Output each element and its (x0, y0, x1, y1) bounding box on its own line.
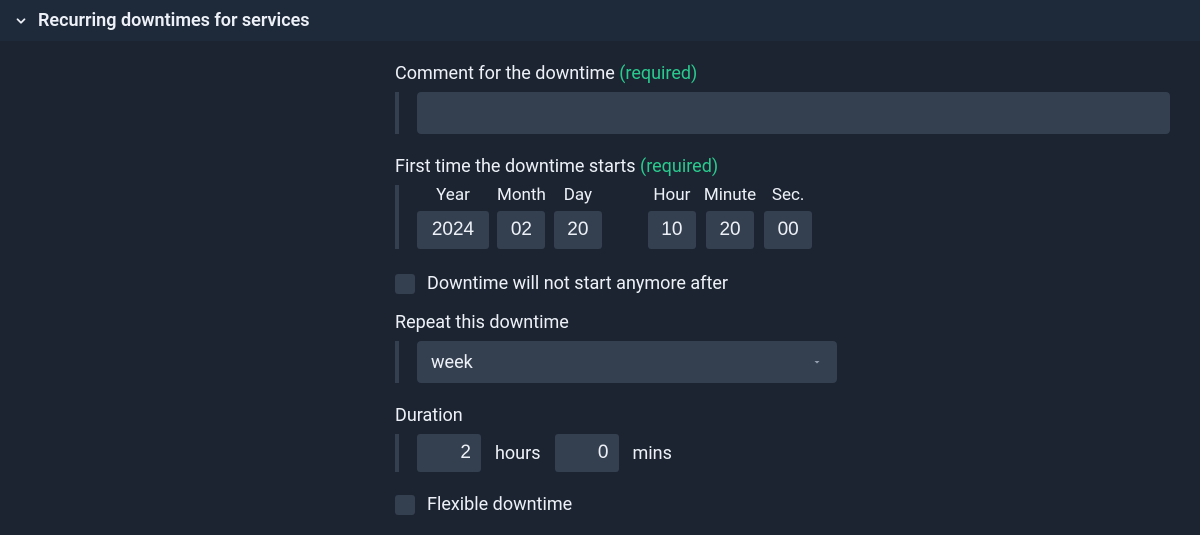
repeat-select[interactable]: week (417, 341, 837, 383)
sec-head: Sec. (772, 185, 805, 205)
comment-label: Comment for the downtime (required) (395, 63, 1200, 84)
required-marker: (required) (619, 63, 697, 84)
repeat-select-value: week (431, 352, 473, 373)
minute-head: Minute (704, 185, 756, 205)
minute-input[interactable] (706, 211, 754, 249)
hour-head: Hour (653, 185, 690, 205)
endtime-checkbox-label: Downtime will not start anymore after (427, 273, 728, 294)
duration-hours-input[interactable] (417, 434, 481, 472)
day-head: Day (564, 185, 592, 205)
field-indent-bar (395, 185, 399, 249)
hour-input[interactable] (648, 211, 696, 249)
month-input[interactable] (497, 211, 545, 249)
chevron-down-icon (14, 14, 28, 28)
section-header[interactable]: Recurring downtimes for services (0, 0, 1200, 41)
month-head: Month (497, 185, 546, 205)
field-indent-bar (395, 434, 399, 472)
endtime-checkbox[interactable] (395, 274, 415, 294)
starttime-label: First time the downtime starts (required… (395, 156, 1200, 177)
duration-mins-input[interactable] (555, 434, 619, 472)
comment-input[interactable] (417, 92, 1170, 134)
section-title: Recurring downtimes for services (38, 10, 310, 31)
year-head: Year (436, 185, 470, 205)
duration-label: Duration (395, 405, 1200, 426)
repeat-label: Repeat this downtime (395, 312, 1200, 333)
year-input[interactable] (417, 211, 489, 249)
day-input[interactable] (554, 211, 602, 249)
mins-unit-label: mins (619, 443, 686, 464)
sec-input[interactable] (764, 211, 812, 249)
flexible-checkbox[interactable] (395, 495, 415, 515)
flexible-checkbox-label: Flexible downtime (427, 494, 572, 515)
hours-unit-label: hours (481, 443, 555, 464)
field-indent-bar (395, 92, 399, 134)
dropdown-arrow-icon (811, 356, 823, 368)
field-indent-bar (395, 341, 399, 383)
required-marker: (required) (640, 156, 718, 177)
